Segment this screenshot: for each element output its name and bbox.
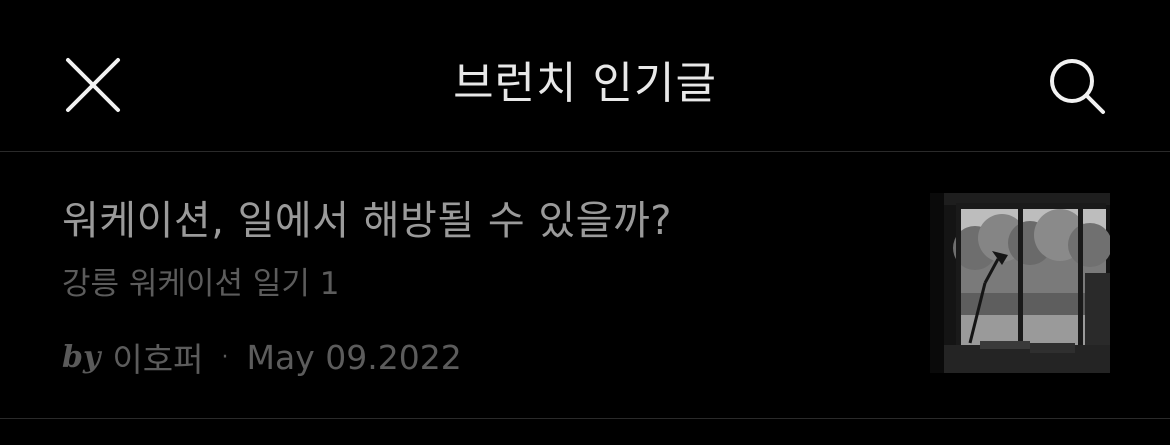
- search-icon: [1050, 59, 1105, 114]
- header-bar: 브런치 인기글: [0, 0, 1170, 152]
- by-label: by: [62, 339, 101, 375]
- window-desk-photo-icon: [930, 193, 1110, 373]
- article-thumbnail[interactable]: [930, 193, 1110, 373]
- popular-posts-screen: 브런치 인기글 워케이션, 일에서 해방될 수 있을까? 강릉 워케이션 일기 …: [0, 0, 1170, 445]
- byline-separator: ·: [221, 344, 229, 370]
- author-name: 이호퍼: [112, 340, 204, 379]
- search-button[interactable]: [1044, 54, 1110, 120]
- publish-date: May 09.2022: [246, 337, 462, 377]
- article-subtitle: 강릉 워케이션 일기 1: [62, 266, 340, 302]
- page-title: 브런치 인기글: [453, 58, 717, 109]
- article-list-item[interactable]: 워케이션, 일에서 해방될 수 있을까? 강릉 워케이션 일기 1 by 이호퍼…: [0, 152, 1170, 419]
- article-byline: by 이호퍼 · May 09.2022: [62, 332, 462, 382]
- article-title: 워케이션, 일에서 해방될 수 있을까?: [62, 198, 673, 244]
